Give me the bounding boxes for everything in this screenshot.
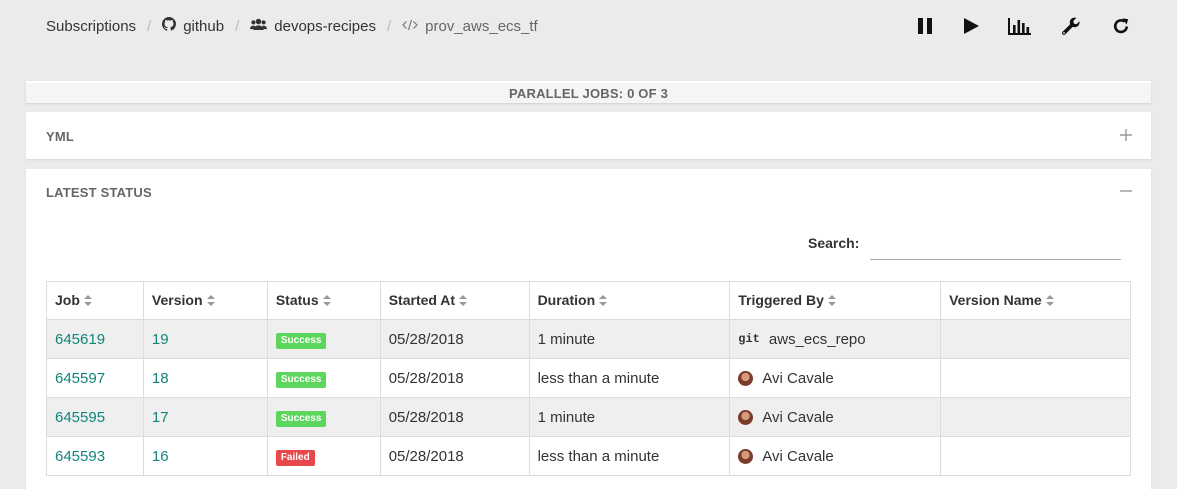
triggered-by-label: aws_ecs_repo: [768, 330, 866, 348]
sort-icon: [83, 293, 92, 309]
refresh-button[interactable]: [1109, 14, 1133, 38]
sort-icon: [206, 293, 215, 309]
column-header-label: Version Name: [949, 291, 1042, 308]
collapse-icon[interactable]: [1119, 184, 1133, 198]
column-header-version[interactable]: Version: [142, 281, 268, 320]
duration-cell: less than a minute: [528, 436, 731, 476]
status-badge: Success: [275, 332, 327, 349]
status-badge: Failed: [275, 449, 315, 466]
play-icon: [964, 18, 979, 34]
triggered-by-label: Avi Cavale: [762, 408, 834, 426]
avatar: [738, 448, 754, 464]
column-header-label: Version: [151, 291, 203, 308]
chart-icon: [1008, 18, 1031, 35]
latest-status-title: LATEST STATUS: [46, 185, 152, 200]
run-button[interactable]: [959, 14, 983, 38]
duration-cell: 1 minute: [528, 319, 731, 359]
triggered-by-cell: Avi Cavale: [729, 397, 942, 437]
column-header-status[interactable]: Status: [266, 281, 381, 320]
sort-icon: [827, 293, 836, 309]
triggered-by-cell: Avi Cavale: [729, 436, 942, 476]
sort-icon: [1045, 293, 1054, 309]
yml-panel[interactable]: YML: [26, 112, 1151, 159]
status-badge: Success: [275, 410, 327, 427]
version-link[interactable]: 17: [152, 409, 169, 426]
git-icon: git: [738, 332, 760, 346]
started-at-cell: 05/28/2018: [379, 436, 530, 476]
jobs-table: Job Version Status Started At Duration T…: [46, 281, 1131, 476]
column-header-triggered-by[interactable]: Triggered By: [729, 281, 942, 320]
column-header-label: Duration: [537, 291, 596, 308]
version-cell: 19: [142, 319, 268, 359]
triggered-by-cell: Avi Cavale: [729, 358, 942, 398]
status-cell: Success: [266, 319, 381, 359]
version-link[interactable]: 16: [152, 448, 169, 465]
version-name-cell: [940, 397, 1131, 437]
duration-cell: 1 minute: [528, 397, 731, 437]
job-cell: 645597: [46, 358, 144, 398]
parallel-jobs-label: PARALLEL JOBS: 0 OF 3: [508, 86, 669, 101]
sort-icon: [599, 293, 608, 309]
version-cell: 17: [142, 397, 268, 437]
table-header-row: Job Version Status Started At Duration T…: [46, 281, 1131, 320]
column-header-version-name[interactable]: Version Name: [940, 281, 1131, 320]
status-badge: Success: [275, 371, 327, 388]
duration-cell: less than a minute: [528, 358, 731, 398]
started-at-cell: 05/28/2018: [379, 319, 530, 359]
wrench-icon: [1062, 17, 1080, 35]
job-cell: 645593: [46, 436, 144, 476]
job-cell: 645595: [46, 397, 144, 437]
triggered-by-cell: git aws_ecs_repo: [729, 319, 942, 359]
version-name-cell: [940, 358, 1131, 398]
refresh-icon: [1113, 18, 1129, 34]
expand-icon[interactable]: [1119, 128, 1133, 142]
avatar: [738, 409, 754, 425]
job-cell: 645619: [46, 319, 144, 359]
sort-icon: [322, 293, 331, 309]
yml-panel-title: YML: [46, 129, 75, 144]
toolbar: [0, 14, 1177, 38]
status-cell: Success: [266, 397, 381, 437]
status-cell: Failed: [266, 436, 381, 476]
settings-button[interactable]: [1059, 14, 1083, 38]
table-row: 645593 16 Failed 05/28/2018 less than a …: [46, 436, 1131, 476]
search-input[interactable]: [870, 229, 1121, 260]
triggered-by-label: Avi Cavale: [762, 369, 834, 387]
version-link[interactable]: 19: [152, 331, 169, 348]
job-link[interactable]: 645595: [55, 409, 105, 426]
column-header-label: Status: [275, 291, 319, 308]
pause-button[interactable]: [913, 14, 937, 38]
column-header-job[interactable]: Job: [46, 281, 144, 320]
latest-status-panel: LATEST STATUS Search: Job Version Status…: [26, 169, 1151, 489]
job-link[interactable]: 645593: [55, 448, 105, 465]
table-row: 645595 17 Success 05/28/2018 1 minute Av…: [46, 397, 1131, 437]
column-header-label: Started At: [388, 291, 456, 308]
column-header-duration[interactable]: Duration: [528, 281, 731, 320]
version-cell: 16: [142, 436, 268, 476]
top-bar: Subscriptions / github / devops-recipes …: [0, 0, 1177, 54]
version-name-cell: [940, 436, 1131, 476]
search-label: Search:: [808, 235, 860, 251]
started-at-cell: 05/28/2018: [379, 358, 530, 398]
parallel-jobs-bar: PARALLEL JOBS: 0 OF 3: [26, 81, 1151, 103]
column-header-label: Job: [55, 291, 80, 308]
version-cell: 18: [142, 358, 268, 398]
avatar: [738, 370, 754, 386]
status-cell: Success: [266, 358, 381, 398]
job-link[interactable]: 645597: [55, 370, 105, 387]
triggered-by-label: Avi Cavale: [762, 447, 834, 465]
table-row: 645619 19 Success 05/28/2018 1 minute gi…: [46, 319, 1131, 359]
table-row: 645597 18 Success 05/28/2018 less than a…: [46, 358, 1131, 398]
started-at-cell: 05/28/2018: [379, 397, 530, 437]
column-header-label: Triggered By: [738, 291, 824, 308]
pause-icon: [918, 18, 932, 34]
version-link[interactable]: 18: [152, 370, 169, 387]
column-header-started-at[interactable]: Started At: [379, 281, 530, 320]
sort-icon: [459, 293, 468, 309]
job-link[interactable]: 645619: [55, 331, 105, 348]
version-name-cell: [940, 319, 1131, 359]
stats-button[interactable]: [1008, 14, 1032, 38]
